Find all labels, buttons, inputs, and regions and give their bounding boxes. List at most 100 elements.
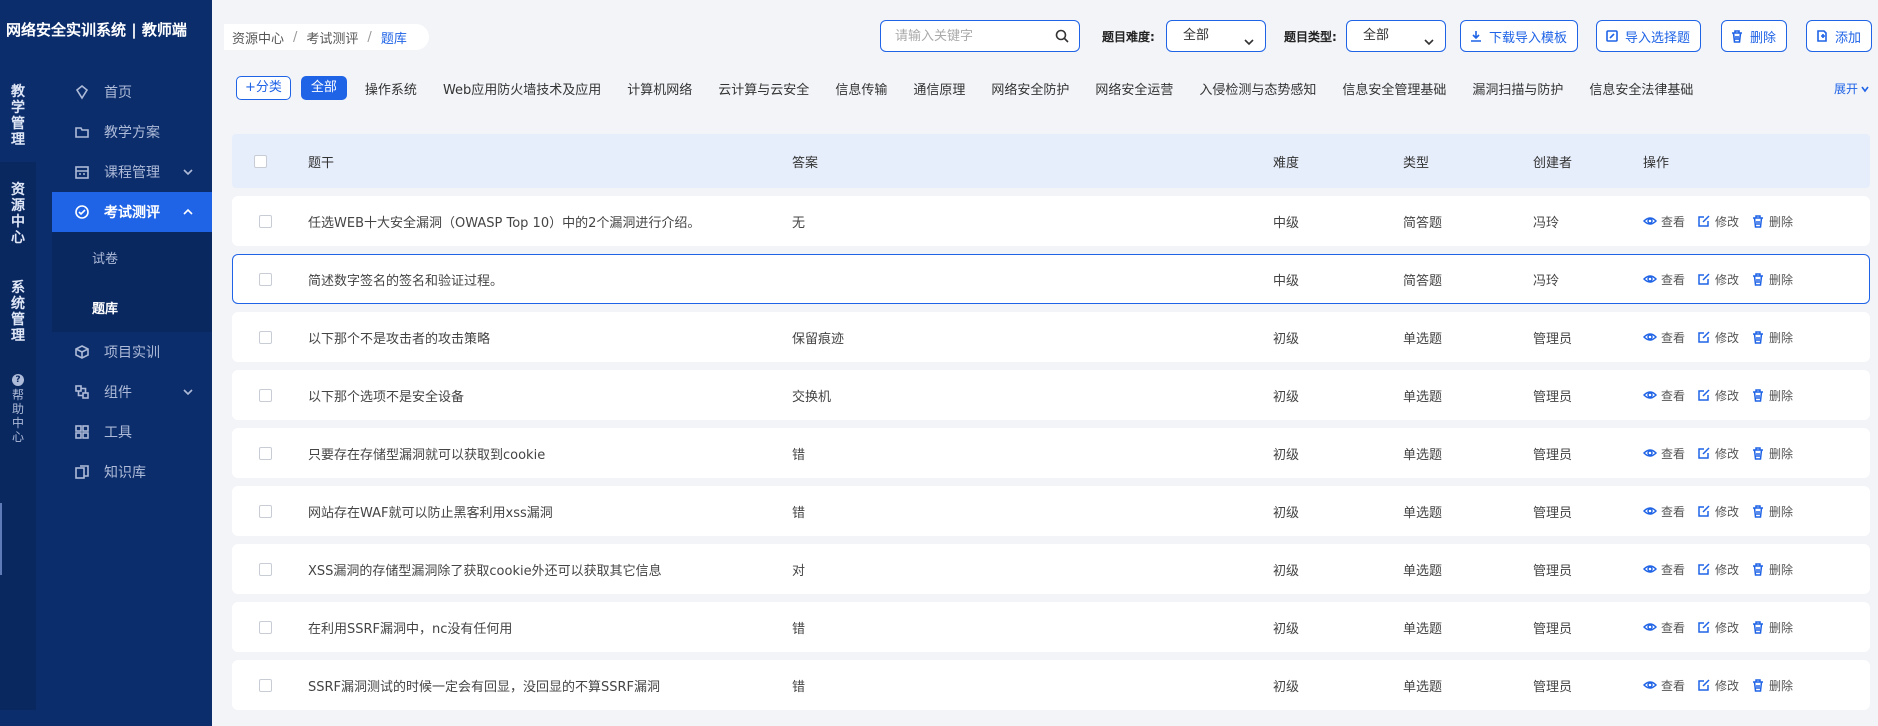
trash-icon [1753, 389, 1764, 402]
menu-item-components[interactable]: 组件 [52, 372, 212, 412]
search-input[interactable] [895, 27, 1045, 45]
edit-button[interactable]: 修改 [1697, 329, 1739, 346]
delete-button[interactable]: 删除 [1751, 329, 1793, 346]
edit-button[interactable]: 修改 [1697, 677, 1739, 694]
edit-button[interactable]: 修改 [1697, 561, 1739, 578]
row-answer: 对 [792, 563, 806, 579]
breadcrumb-separator: / [293, 29, 298, 45]
breadcrumb-item-resource-center[interactable]: 资源中心 [232, 28, 284, 47]
chevron-down-icon [1423, 30, 1435, 46]
category-tab[interactable]: 漏洞扫描与防护 [1472, 79, 1563, 98]
menu-item-knowledge-base[interactable]: 知识库 [52, 452, 212, 492]
view-button[interactable]: 查看 [1643, 619, 1685, 636]
category-tab[interactable]: 操作系统 [365, 79, 417, 98]
folder-icon [74, 124, 90, 140]
delete-button[interactable]: 删除 [1751, 387, 1793, 404]
view-button[interactable]: 查看 [1643, 213, 1685, 230]
view-button[interactable]: 查看 [1643, 329, 1685, 346]
menu-item-tools[interactable]: 工具 [52, 412, 212, 452]
row-checkbox[interactable] [259, 388, 272, 402]
add-question-button[interactable]: 添加 [1806, 20, 1873, 52]
rail-teaching-management[interactable]: 教学管理 [0, 66, 36, 162]
category-tab[interactable]: 通信原理 [913, 79, 965, 98]
category-tab[interactable]: 云计算与云安全 [718, 79, 809, 98]
edit-button[interactable]: 修改 [1697, 619, 1739, 636]
delete-button[interactable]: 删除 [1751, 619, 1793, 636]
delete-button[interactable]: 删除 [1751, 677, 1793, 694]
row-type: 单选题 [1403, 679, 1443, 695]
menu-item-project-training[interactable]: 项目实训 [52, 332, 212, 372]
view-button[interactable]: 查看 [1643, 677, 1685, 694]
category-tab[interactable]: 信息安全法律基础 [1589, 79, 1693, 98]
menu-item-exam-evaluation[interactable]: 考试测评 [52, 192, 212, 232]
row-checkbox-cell [259, 371, 272, 419]
delete-button[interactable]: 删除 [1751, 213, 1793, 230]
menu-item-home[interactable]: 首页 [52, 72, 212, 112]
delete-button[interactable]: 删除 [1751, 271, 1793, 288]
trash-icon [1753, 447, 1764, 460]
category-tab[interactable]: 网络安全防护 [991, 79, 1069, 98]
edit-icon [1698, 331, 1710, 343]
edit-button[interactable]: 修改 [1697, 213, 1739, 230]
category-tab[interactable]: 信息安全管理基础 [1342, 79, 1446, 98]
batch-delete-button[interactable]: 删除 [1721, 20, 1788, 52]
row-checkbox[interactable] [259, 678, 272, 692]
view-button[interactable]: 查看 [1643, 445, 1685, 462]
row-answer: 错 [792, 505, 806, 521]
row-checkbox[interactable] [259, 504, 272, 518]
delete-button[interactable]: 删除 [1751, 561, 1793, 578]
row-checkbox[interactable] [259, 620, 272, 634]
category-tab[interactable]: Web应用防火墙技术及应用 [443, 79, 601, 98]
row-checkbox[interactable] [259, 562, 272, 576]
category-tab[interactable]: 网络安全运营 [1095, 79, 1173, 98]
view-button[interactable]: 查看 [1643, 503, 1685, 520]
view-button[interactable]: 查看 [1643, 271, 1685, 288]
difficulty-select[interactable]: 全部 [1166, 20, 1266, 52]
search-icon[interactable] [1055, 29, 1069, 43]
edit-button[interactable]: 修改 [1697, 503, 1739, 520]
rail-resource-center[interactable]: 资源中心 [0, 182, 36, 246]
category-all[interactable]: 全部 [300, 76, 347, 100]
submenu-item-papers[interactable]: 试卷 [52, 232, 212, 282]
edit-button[interactable]: 修改 [1697, 271, 1739, 288]
category-tab[interactable]: 信息传输 [835, 79, 887, 98]
row-creator: 管理员 [1533, 447, 1573, 463]
menu-item-course-management[interactable]: 课程管理 [52, 152, 212, 192]
delete-button[interactable]: 删除 [1751, 445, 1793, 462]
edit-button[interactable]: 修改 [1697, 387, 1739, 404]
category-tab[interactable]: 计算机网络 [627, 79, 692, 98]
row-checkbox[interactable] [259, 272, 272, 286]
delete-button[interactable]: 删除 [1751, 503, 1793, 520]
add-category-button[interactable]: +分类 [236, 76, 291, 100]
import-choice-button[interactable]: 导入选择题 [1596, 20, 1702, 52]
rail-resize-handle[interactable] [0, 503, 2, 575]
row-question: 在利用SSRF漏洞中，nc没有任何用 [308, 621, 513, 637]
expand-categories-button[interactable]: 展开 [1834, 80, 1870, 97]
row-difficulty: 中级 [1273, 273, 1300, 289]
row-checkbox[interactable] [259, 214, 272, 228]
breadcrumb-item-exam[interactable]: 考试测评 [306, 28, 358, 47]
grid-icon [74, 424, 90, 440]
rail-help-center[interactable]: ? 帮助中心 [0, 374, 36, 444]
submenu-item-question-bank[interactable]: 题库 [52, 282, 212, 332]
row-actions: 查看 修改 删除 [1643, 603, 1805, 651]
eye-icon [1643, 217, 1657, 225]
view-button[interactable]: 查看 [1643, 561, 1685, 578]
rail-system-management[interactable]: 系统管理 [0, 280, 36, 344]
row-checkbox[interactable] [259, 446, 272, 460]
row-checkbox[interactable] [259, 330, 272, 344]
select-all-checkbox[interactable] [254, 154, 267, 168]
trash-icon [1732, 30, 1742, 43]
type-select[interactable]: 全部 [1346, 20, 1446, 52]
table-row: SSRF漏洞测试的时候一定会有回显，没回显的不算SSRF漏洞 错 初级 单选题 … [232, 660, 1870, 710]
row-checkbox-cell [259, 429, 272, 477]
edit-button[interactable]: 修改 [1697, 445, 1739, 462]
table-row: 在利用SSRF漏洞中，nc没有任何用 错 初级 单选题 管理员 查看 修改 删除 [232, 602, 1870, 652]
menu-item-teaching-plan[interactable]: 教学方案 [52, 112, 212, 152]
download-template-button[interactable]: 下载导入模板 [1460, 20, 1579, 52]
header-actions: 操作 [1643, 155, 1670, 171]
view-button[interactable]: 查看 [1643, 387, 1685, 404]
cube-icon [74, 344, 90, 360]
select-all-cell [254, 134, 267, 188]
category-tab[interactable]: 入侵检测与态势感知 [1199, 79, 1316, 98]
